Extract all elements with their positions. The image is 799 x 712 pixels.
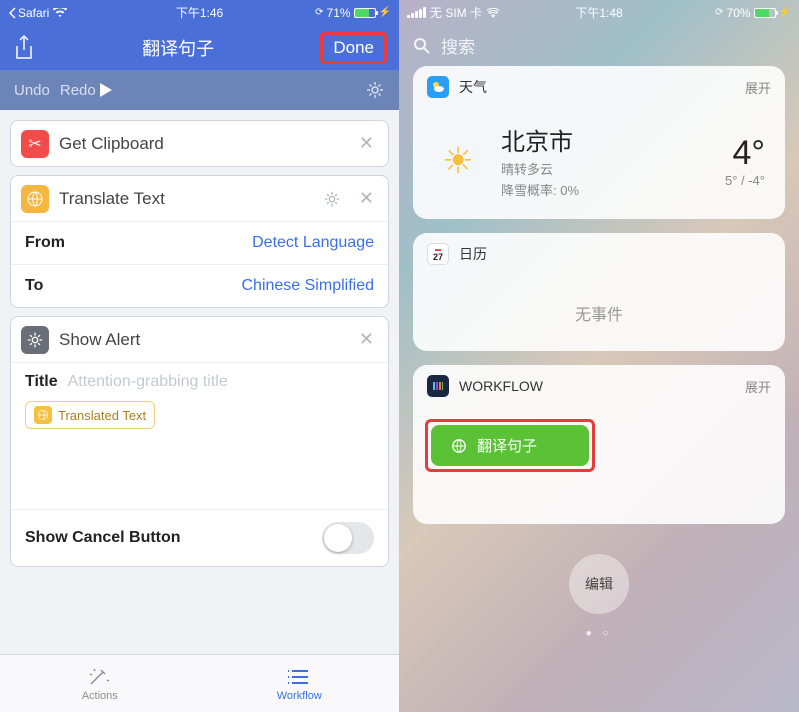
status-time: 下午1:46 xyxy=(136,4,264,21)
status-carrier: 无 SIM 卡 xyxy=(430,4,482,21)
status-time: 下午1:48 xyxy=(535,4,663,21)
share-button[interactable] xyxy=(12,34,36,62)
gear-icon xyxy=(365,80,385,100)
tab-bar: Actions Workflow xyxy=(0,654,399,712)
weather-app-icon xyxy=(427,76,449,98)
globe-icon xyxy=(451,438,467,454)
calendar-app-icon: ▬27 xyxy=(427,243,449,265)
weather-snow: 降雪概率: 0% xyxy=(501,180,725,199)
show-cancel-label: Show Cancel Button xyxy=(25,529,322,547)
redo-button[interactable]: Redo xyxy=(60,82,96,99)
weather-city: 北京市 xyxy=(501,122,725,157)
undo-button[interactable]: Undo xyxy=(14,82,50,99)
share-icon xyxy=(12,34,36,62)
wand-icon xyxy=(87,666,113,688)
status-bar: Safari 下午1:46 ⟳ 71% ⚡ xyxy=(0,0,399,25)
translate-to-row[interactable]: To Chinese Simplified xyxy=(11,265,388,307)
scissors-icon: ✂ xyxy=(21,130,49,158)
step-show-alert[interactable]: Show Alert ✕ Title Attention-grabbing ti… xyxy=(10,316,389,567)
expand-button[interactable]: 展开 xyxy=(745,78,771,97)
show-cancel-toggle[interactable] xyxy=(322,522,374,554)
play-icon xyxy=(96,81,114,99)
nav-title: 翻译句子 xyxy=(36,35,320,61)
done-button[interactable]: Done xyxy=(320,32,387,64)
translate-from-row[interactable]: From Detect Language xyxy=(11,222,388,265)
page-dots[interactable]: ● ○ xyxy=(399,628,799,639)
settings-button[interactable] xyxy=(365,80,385,100)
sun-icon: ☀ xyxy=(433,140,483,182)
status-bar: 无 SIM 卡 下午1:48 ⟳ 70% ⚡ xyxy=(399,0,799,25)
search-field[interactable]: 搜索 xyxy=(399,25,799,66)
tab-workflow[interactable]: Workflow xyxy=(200,655,400,712)
workflow-run-button[interactable]: 翻译句子 xyxy=(431,425,589,466)
back-to-safari[interactable]: Safari xyxy=(8,6,49,20)
edit-button[interactable]: 编辑 xyxy=(569,554,629,614)
battery-icon xyxy=(354,8,376,18)
expand-button[interactable]: 展开 xyxy=(745,377,771,396)
step-translate-text[interactable]: Translate Text ✕ From Detect Language To… xyxy=(10,175,389,308)
workflow-app-icon xyxy=(427,375,449,397)
list-icon xyxy=(286,666,312,688)
weather-temp: 4° xyxy=(725,134,765,173)
step-gear-icon[interactable] xyxy=(319,186,345,212)
alert-title-label: Title xyxy=(25,373,58,391)
close-icon[interactable]: ✕ xyxy=(355,325,378,354)
editor-toolbar: Undo Redo xyxy=(0,70,399,110)
workflow-widget[interactable]: WORKFLOW 展开 翻译句子 xyxy=(413,365,785,524)
weather-condition: 晴转多云 xyxy=(501,159,725,178)
battery-pct: 70% xyxy=(727,6,751,20)
calendar-widget[interactable]: ▬27 日历 无事件 xyxy=(413,233,785,351)
alert-title-input[interactable]: Attention-grabbing title xyxy=(68,373,228,391)
battery-pct: 71% xyxy=(327,6,351,20)
battery-icon xyxy=(754,8,776,18)
play-button[interactable] xyxy=(96,81,365,99)
gear-icon xyxy=(21,326,49,354)
weather-range: 5° / -4° xyxy=(725,173,765,188)
wifi-icon xyxy=(486,8,500,18)
calendar-empty: 无事件 xyxy=(413,275,785,351)
globe-icon xyxy=(34,406,52,424)
signal-icon xyxy=(407,7,426,18)
globe-icon xyxy=(21,185,49,213)
search-icon xyxy=(413,37,431,55)
chevron-left-icon xyxy=(8,7,16,19)
tab-actions[interactable]: Actions xyxy=(0,655,200,712)
close-icon[interactable]: ✕ xyxy=(355,184,378,213)
navbar: 翻译句子 Done xyxy=(0,25,399,70)
close-icon[interactable]: ✕ xyxy=(355,129,378,158)
step-get-clipboard[interactable]: ✂ Get Clipboard ✕ xyxy=(10,120,389,167)
wifi-icon xyxy=(53,8,67,18)
translated-text-token[interactable]: Translated Text xyxy=(25,401,155,429)
weather-widget[interactable]: 天气 展开 ☀ 北京市 晴转多云 降雪概率: 0% 4° 5° / -4° xyxy=(413,66,785,219)
